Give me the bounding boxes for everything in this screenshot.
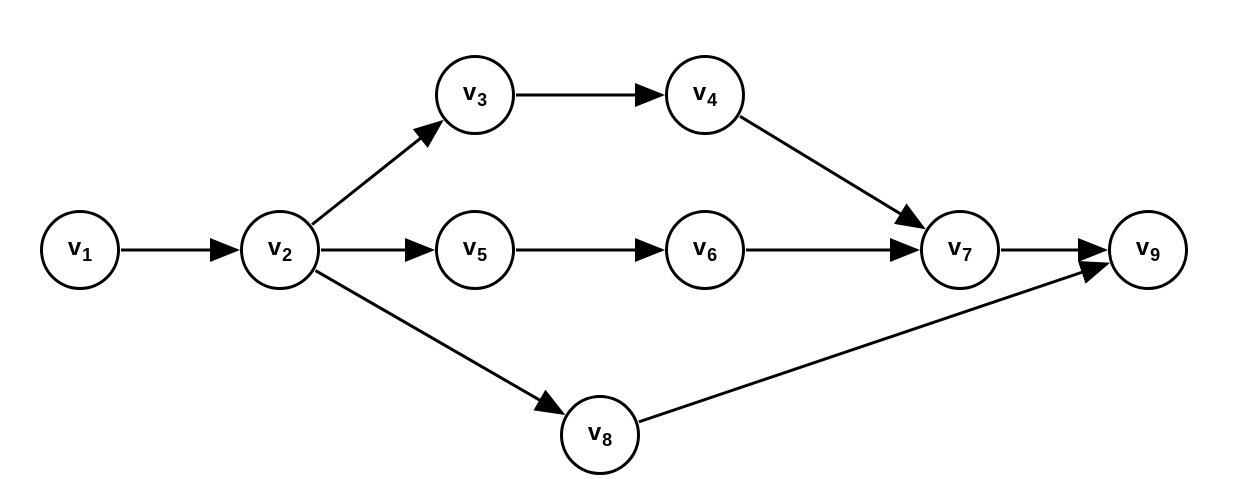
- node-label: v4: [693, 79, 717, 111]
- node-v4: v4: [665, 55, 745, 135]
- node-v1: v1: [40, 210, 120, 290]
- node-label: v6: [693, 234, 717, 266]
- node-v2: v2: [240, 210, 320, 290]
- node-v3: v3: [435, 55, 515, 135]
- node-label: v9: [1136, 234, 1160, 266]
- edge-v2-v3: [312, 122, 441, 225]
- node-v9: v9: [1108, 210, 1188, 290]
- node-label: v8: [588, 419, 612, 451]
- node-label: v7: [948, 234, 972, 266]
- node-label: v2: [268, 234, 292, 266]
- node-v6: v6: [665, 210, 745, 290]
- graph-diagram: v1 v2 v3 v4 v5 v6 v7 v8 v9: [0, 0, 1240, 500]
- edge-v4-v7: [740, 116, 923, 227]
- node-label: v3: [463, 79, 487, 111]
- node-label: v1: [68, 234, 92, 266]
- edge-v2-v8: [315, 271, 562, 414]
- node-v5: v5: [435, 210, 515, 290]
- node-v8: v8: [560, 395, 640, 475]
- node-label: v5: [463, 234, 487, 266]
- node-v7: v7: [920, 210, 1000, 290]
